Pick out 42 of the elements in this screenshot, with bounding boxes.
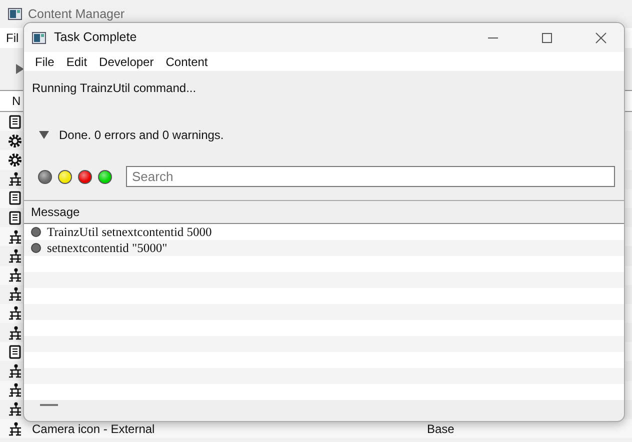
search-field[interactable]: Search: [126, 166, 615, 187]
menu-item[interactable]: File: [31, 52, 58, 70]
document-icon: [8, 344, 22, 359]
window-title: Content Manager: [28, 6, 125, 23]
network-icon: [8, 383, 22, 398]
column-header[interactable]: Message: [31, 203, 80, 221]
app-icon: [8, 8, 22, 20]
network-icon: [8, 268, 22, 282]
table-cell-text: setnextcontentid "5000": [47, 240, 168, 257]
document-icon: [8, 210, 22, 225]
network-icon: [8, 422, 22, 436]
window-title: Task Complete: [54, 29, 138, 46]
table-cell-text: Base: [427, 420, 454, 438]
document-icon: [8, 191, 22, 206]
menu-item[interactable]: Edit: [62, 52, 92, 70]
summary-text: Done. 0 errors and 0 warnings.: [59, 127, 224, 144]
maximize-icon: [541, 32, 553, 44]
menu-item[interactable]: Developer: [95, 52, 158, 70]
filter-button[interactable]: [38, 170, 52, 184]
close-icon: [595, 32, 607, 44]
table-cell-text: TrainzUtil setnextcontentid 5000: [47, 224, 212, 241]
network-icon: [8, 402, 22, 416]
network-icon: [8, 172, 22, 186]
network-icon: [8, 326, 22, 340]
network-icon: [8, 364, 22, 378]
status-text: Running TrainzUtil command...: [31, 80, 198, 97]
filter-button[interactable]: [78, 170, 92, 184]
app-icon: [32, 32, 46, 44]
gear-icon: [8, 134, 22, 148]
menu-item[interactable]: Content: [162, 52, 212, 70]
filter-button[interactable]: [98, 170, 112, 184]
network-icon: [8, 287, 22, 302]
network-icon: [8, 248, 22, 263]
document-icon: [8, 114, 22, 129]
filter-button[interactable]: [58, 170, 72, 184]
table-cell-text: Camera icon - External: [32, 420, 156, 438]
network-icon: [8, 306, 22, 320]
menu-item[interactable]: Fil: [6, 29, 19, 47]
column-header[interactable]: N: [12, 92, 21, 110]
gear-icon: [8, 152, 22, 167]
network-icon: [8, 230, 22, 244]
resize-handle[interactable]: [40, 404, 58, 406]
